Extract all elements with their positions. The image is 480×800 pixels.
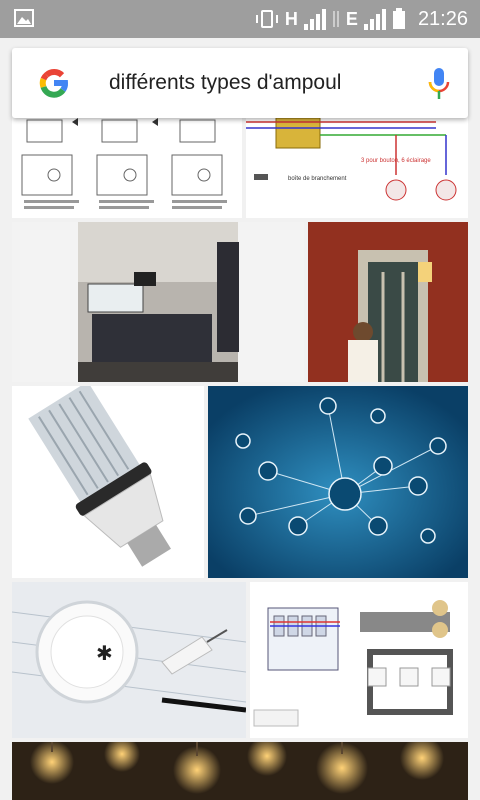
image-results-grid: 3 pour bouton, 6 éclairage boîte de bran…: [0, 0, 480, 800]
result-image-6[interactable]: [208, 386, 468, 578]
microphone-icon[interactable]: [426, 66, 452, 102]
google-logo-icon[interactable]: [36, 65, 72, 101]
result-2-subcaption: boîte de branchement: [288, 176, 347, 182]
result-image-7[interactable]: ✱: [12, 582, 246, 738]
search-query-text[interactable]: différents types d'ampoul: [109, 71, 341, 95]
result-image-9[interactable]: [12, 742, 468, 800]
result-2-caption: 3 pour bouton, 6 éclairage: [361, 158, 431, 164]
svg-text:✱: ✱: [96, 641, 113, 665]
result-image-3[interactable]: [12, 222, 304, 382]
result-image-5[interactable]: [12, 386, 204, 578]
result-image-8[interactable]: [250, 582, 468, 738]
search-bar[interactable]: différents types d'ampoul: [12, 48, 468, 118]
result-image-4[interactable]: [308, 222, 468, 382]
